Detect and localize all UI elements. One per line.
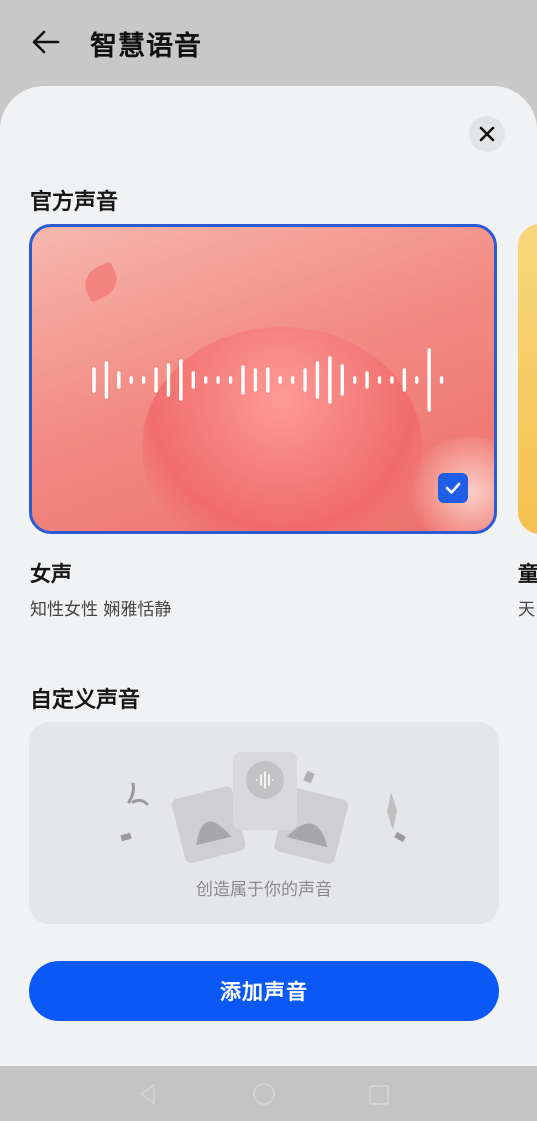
checkmark-icon: [445, 482, 461, 494]
selected-check-icon[interactable]: [438, 473, 468, 503]
add-voice-button[interactable]: 添加声音: [29, 961, 499, 1021]
voice-name: 童: [518, 562, 537, 586]
nav-home-icon[interactable]: [252, 1082, 276, 1106]
voice-card-child[interactable]: [518, 224, 537, 534]
official-voices-title: 官方声音: [30, 190, 119, 215]
voice-description: 知性女性 娴雅恬静: [30, 600, 172, 620]
voice-description: 天: [518, 600, 535, 620]
system-nav-bar: [0, 1066, 537, 1121]
waveform-icon: [92, 348, 444, 412]
back-arrow-icon: [32, 30, 60, 54]
nav-back-icon[interactable]: [136, 1082, 160, 1106]
nav-recent-icon[interactable]: [368, 1084, 390, 1106]
top-bar: 智慧语音: [0, 0, 537, 86]
voice-cards-illustration-icon: [120, 752, 406, 864]
close-button[interactable]: [469, 116, 505, 152]
voice-sheet: 官方声音 女声 知性女性 娴雅恬静 童 天 自定义声音 创造属于你的声音 添加声…: [0, 86, 537, 1066]
close-icon: [479, 126, 495, 142]
custom-voices-title: 自定义声音: [30, 688, 141, 713]
petal-decoration: [79, 261, 123, 303]
back-button[interactable]: [28, 24, 64, 60]
voice-name: 女声: [30, 562, 72, 586]
voice-card-female[interactable]: [29, 224, 497, 534]
custom-voice-empty-text: 创造属于你的声音: [196, 880, 332, 900]
custom-voice-empty-card: 创造属于你的声音: [29, 722, 499, 924]
page-title: 智慧语音: [90, 31, 202, 62]
